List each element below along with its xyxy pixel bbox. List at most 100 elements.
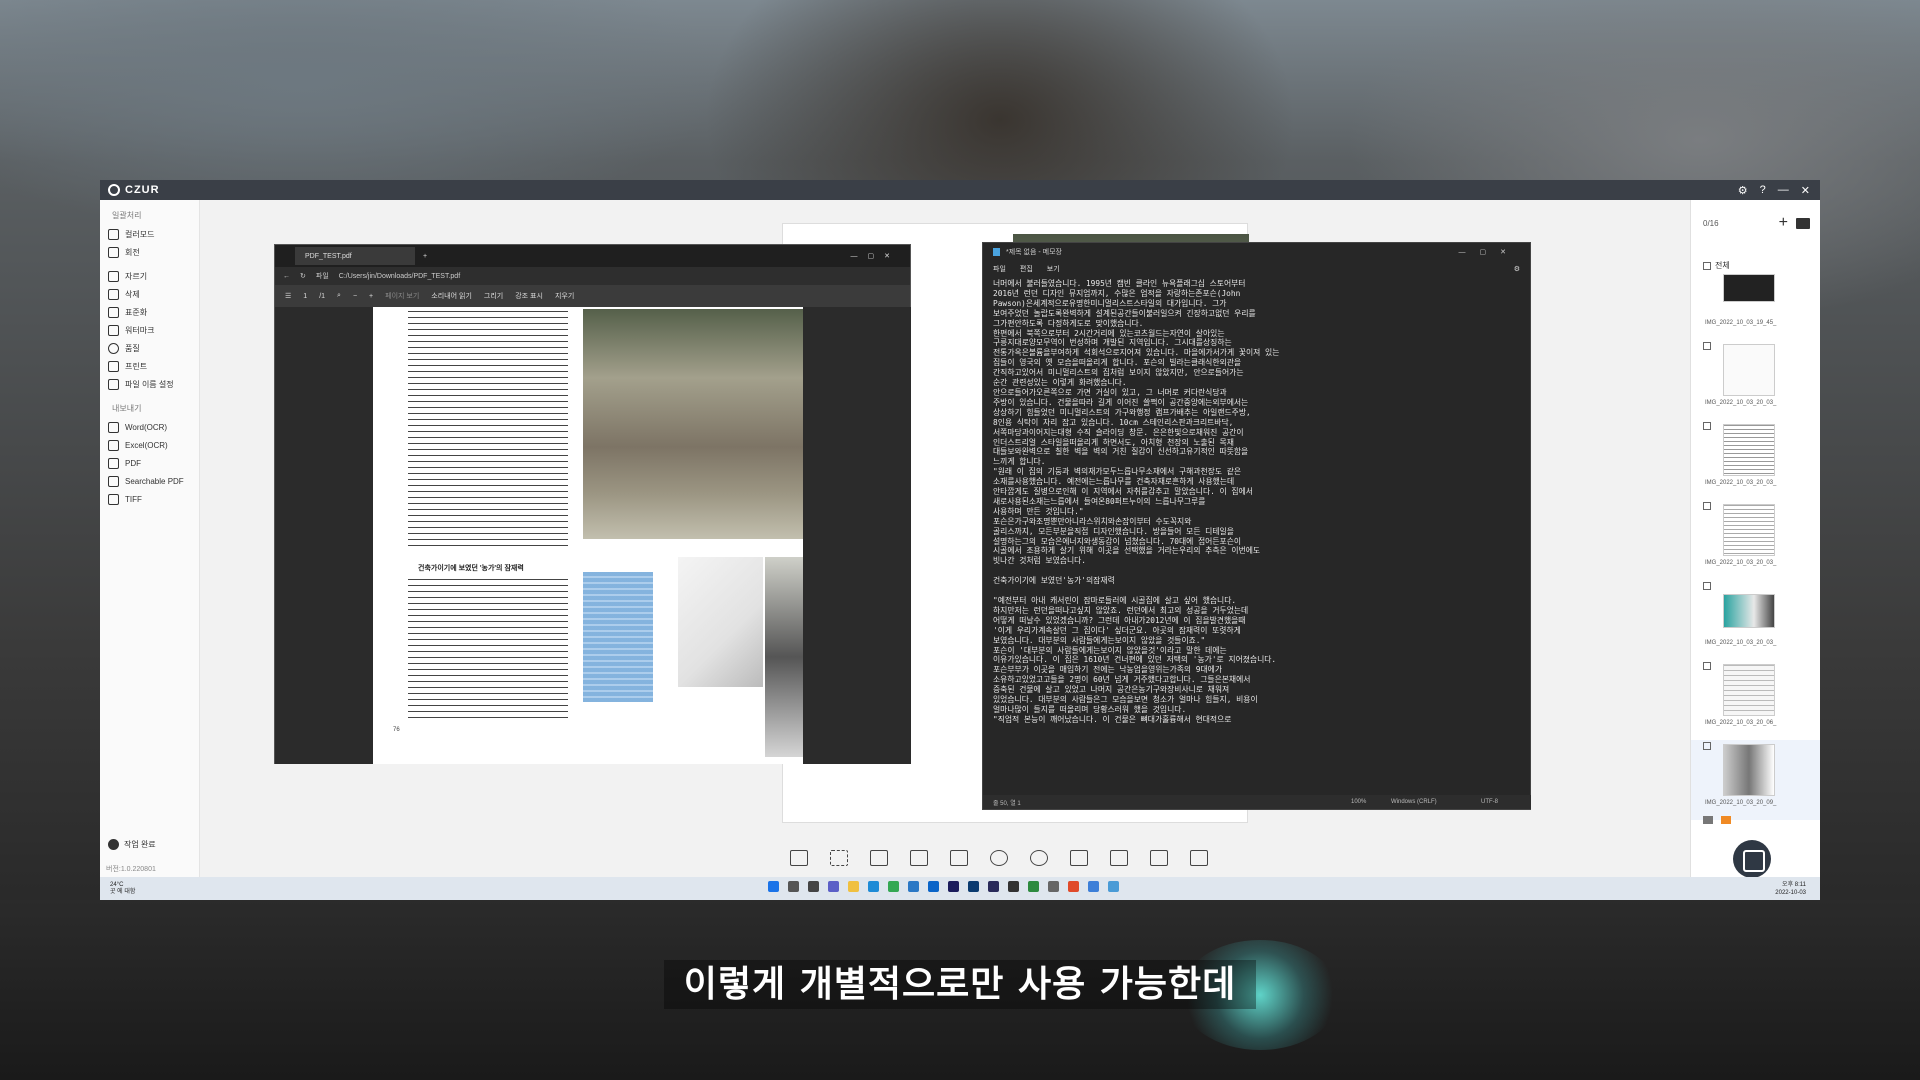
notepad-settings-icon[interactable]: ⚙	[1514, 265, 1520, 273]
undo-icon[interactable]	[1030, 850, 1048, 866]
add-icon[interactable]: +	[1779, 214, 1788, 232]
minimize-button[interactable]: —	[1778, 184, 1789, 197]
sidebar-item-quality[interactable]: 품질	[100, 339, 199, 357]
check-circle-icon	[108, 839, 119, 850]
select-all-checkbox[interactable]	[1703, 262, 1711, 270]
sidebar-item-print[interactable]: 프린트	[100, 357, 199, 375]
notepad-text-area[interactable]: 너머에서 불러들였습니다. 1995년 캠빈 클라인 뉴욕플래그십 스토어부터 …	[993, 279, 1513, 779]
app-icon[interactable]	[1008, 881, 1019, 892]
crop-tool-icon[interactable]	[870, 850, 888, 866]
scan-button[interactable]	[1733, 840, 1771, 878]
lightroom-icon[interactable]	[988, 881, 999, 892]
thumb-item-selected[interactable]: IMG_2022_10_03_20_09_	[1691, 740, 1820, 820]
sidebar-item-rename[interactable]: 파일 이름 설정	[100, 375, 199, 393]
export-tiff[interactable]: TIFF	[100, 490, 199, 508]
thumb-checkbox[interactable]	[1703, 662, 1711, 670]
app-icon[interactable]	[1048, 881, 1059, 892]
erase-button[interactable]: 지우기	[555, 291, 574, 301]
folder-icon[interactable]	[1796, 217, 1810, 229]
translate-icon[interactable]	[1190, 850, 1208, 866]
ocr-icon[interactable]	[1110, 850, 1128, 866]
settings-icon[interactable]: ⚙	[1738, 184, 1748, 197]
thumb-item[interactable]: IMG_2022_10_03_20_03_	[1691, 340, 1820, 420]
start-icon[interactable]	[768, 881, 779, 892]
task-view-icon[interactable]	[808, 881, 819, 892]
search-taskbar-icon[interactable]	[788, 881, 799, 892]
close-button[interactable]: ✕	[1801, 184, 1810, 197]
standardize-icon	[108, 306, 119, 318]
deskew-icon[interactable]	[910, 850, 928, 866]
export-word[interactable]: Word(OCR)	[100, 418, 199, 436]
new-tab-icon[interactable]: +	[423, 253, 427, 260]
photoshop-icon[interactable]	[968, 881, 979, 892]
pdf-icon	[108, 457, 119, 469]
premiere-icon[interactable]	[948, 881, 959, 892]
pdf-addressbar: ← ↻ 파일 C:/Users/jin/Downloads/PDF_TEST.p…	[275, 267, 910, 285]
export-excel[interactable]: Excel(OCR)	[100, 436, 199, 454]
sidebar-item-color-mode[interactable]: 컬러모드	[100, 225, 199, 243]
export-searchable-pdf[interactable]: Searchable PDF	[100, 472, 199, 490]
store-icon[interactable]	[908, 881, 919, 892]
draw-button[interactable]: 그리기	[484, 291, 503, 301]
sidebar-item-watermark[interactable]: 워터마크	[100, 321, 199, 339]
pdf-highlighted-text[interactable]	[583, 572, 653, 702]
sidebar-item-delete[interactable]: 삭제	[100, 285, 199, 303]
adjust-icon[interactable]	[950, 850, 968, 866]
task-complete[interactable]: 작업 완료	[108, 839, 156, 850]
reload-icon[interactable]: ↻	[300, 272, 306, 280]
qr-icon[interactable]	[1150, 850, 1168, 866]
weather-widget[interactable]: 24°C 곳 에 대함	[110, 882, 135, 896]
zoom-out-icon[interactable]: −	[353, 293, 357, 300]
thumb-checkbox[interactable]	[1703, 582, 1711, 590]
thumb-checkbox[interactable]	[1703, 422, 1711, 430]
grid-view-icon[interactable]	[1721, 816, 1731, 824]
thumb-label: IMG_2022_10_03_19_45_	[1705, 320, 1777, 326]
chrome-icon[interactable]	[888, 881, 899, 892]
color-icon[interactable]	[990, 850, 1008, 866]
help-icon[interactable]: ?	[1760, 184, 1766, 197]
thumb-item[interactable]: IMG_2022_10_03_20_06_	[1691, 660, 1820, 740]
mail-icon[interactable]	[928, 881, 939, 892]
thumb-checkbox[interactable]	[1703, 342, 1711, 350]
system-clock[interactable]: 오후 8:11 2022-10-03	[1775, 881, 1806, 897]
thumb-checkbox[interactable]	[1703, 742, 1711, 750]
split-icon[interactable]	[790, 850, 808, 866]
highlight-button[interactable]: 강조 표시	[515, 291, 543, 301]
thumb-image	[1723, 594, 1775, 628]
page-view-button[interactable]: 페이지 보기	[385, 291, 419, 301]
pdf-window-controls[interactable]: —▢✕	[851, 252, 900, 260]
pdf-text-column	[408, 311, 568, 551]
export-pdf[interactable]: PDF	[100, 454, 199, 472]
contents-icon[interactable]: ☰	[285, 292, 291, 300]
thumb-item[interactable]: IMG_2022_10_03_20_03_	[1691, 420, 1820, 500]
app-icon[interactable]	[1068, 881, 1079, 892]
list-view-icon[interactable]	[1703, 816, 1713, 824]
chat-icon[interactable]	[828, 881, 839, 892]
page-number-input[interactable]: 1	[303, 293, 307, 300]
search-icon[interactable]: ⌕	[337, 292, 341, 300]
thumb-item[interactable]: 전체 IMG_2022_10_03_19_45_	[1691, 260, 1820, 340]
select-area-icon[interactable]	[830, 850, 848, 866]
print-tool-icon[interactable]	[1070, 850, 1088, 866]
address-text[interactable]: C:/Users/jin/Downloads/PDF_TEST.pdf	[339, 273, 460, 280]
czur-taskbar-icon[interactable]	[1088, 881, 1099, 892]
watermark-icon	[108, 324, 119, 336]
edge-icon[interactable]	[868, 881, 879, 892]
thumb-checkbox[interactable]	[1703, 502, 1711, 510]
app-icon[interactable]	[1028, 881, 1039, 892]
notepad-taskbar-icon[interactable]	[1108, 881, 1119, 892]
pdf-tab[interactable]: PDF_TEST.pdf	[295, 247, 415, 265]
read-aloud-button[interactable]: 소리내어 읽기	[431, 291, 472, 301]
thumb-item[interactable]: IMG_2022_10_03_20_03_	[1691, 500, 1820, 580]
notepad-window-controls[interactable]: —▢✕	[1459, 248, 1520, 256]
explorer-icon[interactable]	[848, 881, 859, 892]
zoom-in-icon[interactable]: +	[369, 293, 373, 300]
sidebar-item-rotate[interactable]: 회전	[100, 243, 199, 261]
menu-view[interactable]: 보기	[1047, 264, 1060, 274]
sidebar-item-crop[interactable]: 자르기	[100, 267, 199, 285]
sidebar-item-standardize[interactable]: 표준화	[100, 303, 199, 321]
thumb-item[interactable]: IMG_2022_10_03_20_03_	[1691, 580, 1820, 660]
menu-edit[interactable]: 편집	[1020, 264, 1033, 274]
menu-file[interactable]: 파일	[993, 264, 1006, 274]
back-icon[interactable]: ←	[283, 273, 290, 280]
